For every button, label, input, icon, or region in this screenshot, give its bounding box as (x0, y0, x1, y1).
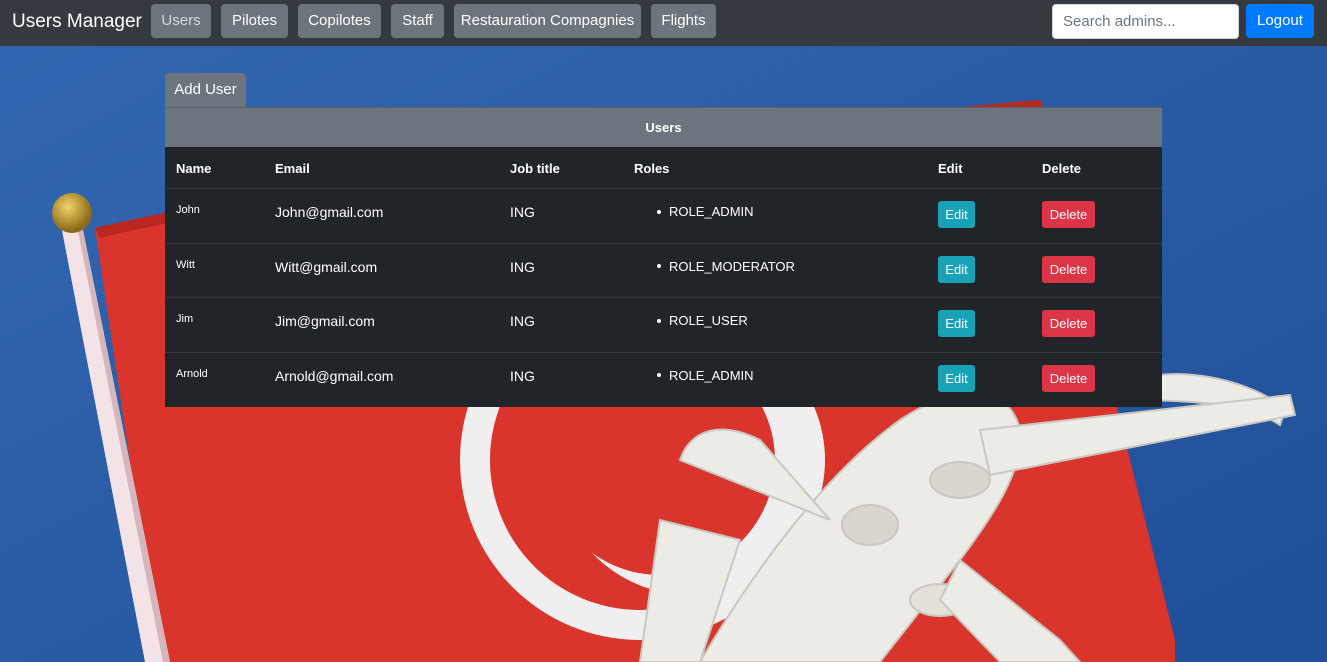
edit-button[interactable]: Edit (938, 310, 975, 337)
nav-flights[interactable]: Flights (651, 4, 716, 38)
table-row: Jim Jim@gmail.com ING ROLE_USER Edit Del… (165, 298, 1162, 353)
role-list-item: ROLE_MODERATOR (657, 259, 795, 274)
app-brand[interactable]: Users Manager (12, 10, 142, 34)
delete-button[interactable]: Delete (1042, 255, 1095, 283)
cell-job-title: ING (510, 258, 535, 275)
add-user-button[interactable]: Add User (165, 73, 246, 107)
cell-job-title: ING (510, 204, 535, 220)
top-navbar: Users Manager Users Pilotes Copilotes St… (0, 0, 1327, 46)
role-list-item: ROLE_USER (657, 313, 748, 328)
header-edit: Edit (938, 161, 963, 176)
cell-email: Arnold@gmail.com (275, 367, 394, 384)
role-label: ROLE_ADMIN (669, 204, 754, 219)
nav-users[interactable]: Users (151, 4, 211, 38)
cell-name: Arnold (176, 367, 208, 380)
cell-name: Witt (176, 258, 195, 271)
delete-button[interactable]: Delete (1042, 201, 1095, 228)
table-row: Arnold Arnold@gmail.com ING ROLE_ADMIN E… (165, 353, 1162, 408)
header-job-title: Job title (510, 161, 560, 176)
cell-name: John (176, 204, 200, 216)
table-header-row: Name Email Job title Roles Edit Delete (165, 147, 1162, 189)
search-admins-input[interactable] (1052, 4, 1239, 39)
bullet-icon (657, 373, 661, 378)
edit-button[interactable]: Edit (938, 364, 975, 392)
role-label: ROLE_USER (669, 313, 748, 328)
cell-job-title: ING (510, 367, 535, 384)
table-caption: Users (165, 107, 1162, 147)
nav-copilotes[interactable]: Copilotes (298, 4, 381, 38)
role-label: ROLE_MODERATOR (669, 258, 795, 274)
nav-staff[interactable]: Staff (391, 4, 444, 38)
role-list-item: ROLE_ADMIN (657, 368, 754, 383)
role-label: ROLE_ADMIN (669, 367, 754, 383)
logout-button[interactable]: Logout (1246, 4, 1314, 38)
nav-restauration-compagnies[interactable]: Restauration Compagnies (454, 4, 641, 38)
role-list-item: ROLE_ADMIN (657, 204, 754, 219)
cell-email: Jim@gmail.com (275, 313, 375, 329)
bullet-icon (657, 209, 661, 214)
table-row: John John@gmail.com ING ROLE_ADMIN Edit … (165, 189, 1162, 244)
cell-name: Jim (176, 313, 194, 325)
cell-job-title: ING (510, 313, 535, 329)
edit-button[interactable]: Edit (938, 201, 975, 228)
nav-pilotes[interactable]: Pilotes (221, 4, 288, 38)
cell-email: Witt@gmail.com (275, 258, 378, 275)
edit-button[interactable]: Edit (938, 255, 975, 283)
users-table: Users Name Email Job title Roles Edit De… (165, 107, 1162, 407)
delete-button[interactable]: Delete (1042, 310, 1095, 337)
bullet-icon (657, 318, 661, 323)
header-email: Email (275, 161, 310, 176)
header-delete: Delete (1042, 161, 1082, 176)
table-row: Witt Witt@gmail.com ING ROLE_MODERATOR E… (165, 244, 1162, 298)
cell-email: John@gmail.com (275, 204, 384, 220)
header-roles: Roles (634, 161, 670, 176)
header-name: Name (176, 161, 212, 176)
delete-button[interactable]: Delete (1042, 364, 1095, 392)
bullet-icon (657, 264, 661, 269)
